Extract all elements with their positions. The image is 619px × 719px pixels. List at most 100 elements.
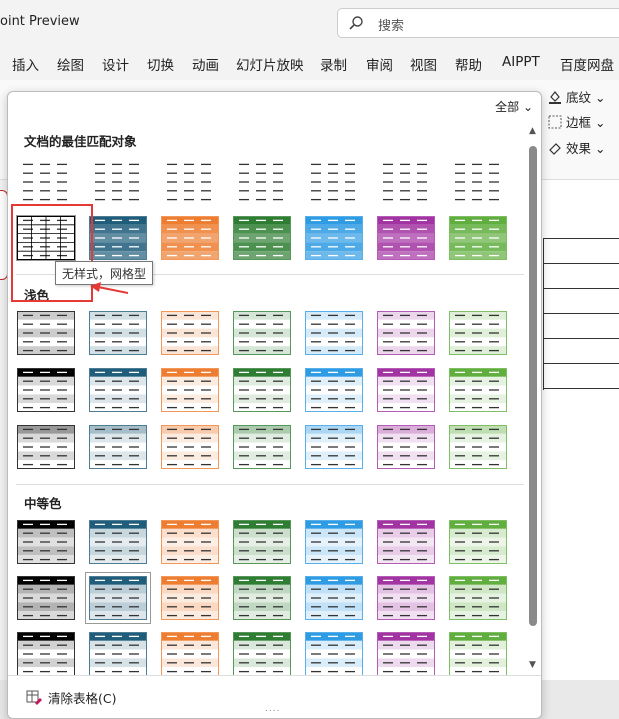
table-style-swatch[interactable]	[377, 160, 435, 204]
table-style-swatch[interactable]	[305, 520, 363, 564]
tab-view[interactable]: 视图	[410, 54, 437, 74]
tab-help[interactable]: 帮助	[455, 54, 482, 74]
table-style-swatch[interactable]	[377, 632, 435, 676]
table-style-swatch[interactable]	[233, 425, 291, 469]
tab-record[interactable]: 录制	[320, 54, 347, 74]
tab-draw[interactable]: 绘图	[57, 54, 84, 74]
table-style-swatch[interactable]	[449, 160, 507, 204]
app-title: oint Preview	[0, 14, 80, 29]
scroll-down-icon[interactable]: ▼	[529, 660, 536, 670]
table-style-swatch[interactable]	[161, 160, 219, 204]
table-styles-gallery: 全部 ⌄ 文档的最佳匹配对象 浅色 中等色 ▲ ▼ 清除表格(C) .... 无…	[7, 91, 542, 719]
tab-slideshow[interactable]: 幻灯片放映	[236, 54, 304, 74]
borders-button[interactable]: 边框 ⌄	[548, 112, 605, 131]
clear-table-button[interactable]: 清除表格(C)	[20, 684, 122, 710]
shading-label: 底纹	[566, 90, 592, 105]
table-style-swatch[interactable]	[449, 425, 507, 469]
tab-insert[interactable]: 插入	[12, 54, 39, 74]
table-style-swatch[interactable]	[17, 576, 75, 620]
effects-label: 效果	[566, 141, 592, 156]
title-bar: oint Preview 搜索	[0, 0, 619, 46]
table-style-swatch[interactable]	[89, 160, 147, 204]
paint-bucket-icon	[548, 90, 562, 104]
eraser-table-icon	[26, 690, 42, 709]
filter-label: 全部	[495, 100, 520, 114]
table-style-swatch[interactable]	[377, 216, 435, 260]
table-style-swatch[interactable]	[449, 368, 507, 412]
scroll-up-icon[interactable]: ▲	[529, 126, 536, 136]
effects-button[interactable]: 效果 ⌄	[548, 138, 605, 157]
annotation-arrow-icon	[88, 281, 129, 301]
table-style-swatch[interactable]	[233, 520, 291, 564]
table-style-swatch[interactable]	[233, 576, 291, 620]
table-style-swatch[interactable]	[89, 425, 147, 469]
table-style-swatch[interactable]	[89, 520, 147, 564]
table-style-swatch[interactable]	[305, 368, 363, 412]
table-style-swatch[interactable]	[449, 632, 507, 676]
table-style-swatch[interactable]	[89, 368, 147, 412]
table-style-swatch[interactable]	[377, 576, 435, 620]
tab-design[interactable]: 设计	[102, 54, 129, 74]
table-style-swatch[interactable]	[233, 311, 291, 355]
table-style-swatch[interactable]	[17, 311, 75, 355]
tab-review[interactable]: 审阅	[366, 54, 393, 74]
slide-table[interactable]	[543, 238, 619, 390]
table-style-swatch[interactable]	[305, 576, 363, 620]
table-style-swatch[interactable]	[161, 425, 219, 469]
table-style-swatch[interactable]	[17, 425, 75, 469]
table-style-swatch[interactable]	[377, 425, 435, 469]
table-style-swatch[interactable]	[305, 425, 363, 469]
table-style-swatch[interactable]	[89, 632, 147, 676]
resize-grip[interactable]: ....	[265, 704, 280, 714]
table-style-swatch[interactable]	[161, 368, 219, 412]
table-style-swatch[interactable]	[17, 368, 75, 412]
search-icon	[348, 15, 364, 35]
section-title-best-match: 文档的最佳匹配对象	[24, 134, 137, 149]
table-style-swatch[interactable]	[305, 160, 363, 204]
vertical-scrollbar[interactable]: ▲ ▼	[526, 120, 540, 675]
table-style-swatch[interactable]	[161, 520, 219, 564]
table-style-swatch[interactable]	[449, 576, 507, 620]
table-style-swatch[interactable]	[161, 576, 219, 620]
table-style-swatch[interactable]	[449, 216, 507, 260]
table-style-swatch[interactable]	[161, 311, 219, 355]
scroll-thumb[interactable]	[529, 146, 537, 626]
table-style-swatch[interactable]	[377, 520, 435, 564]
table-style-swatch[interactable]	[305, 216, 363, 260]
section-title-medium: 中等色	[24, 496, 62, 511]
tab-baidu-netdisk[interactable]: 百度网盘	[560, 54, 614, 74]
clear-table-label: 清除表格(C)	[48, 691, 117, 706]
table-style-swatch[interactable]	[305, 632, 363, 676]
borders-icon	[548, 115, 562, 129]
gallery-footer: 清除表格(C) ....	[8, 675, 541, 718]
table-style-swatch[interactable]	[449, 520, 507, 564]
menu-bar: 插入 绘图 设计 切换 动画 幻灯片放映 录制 审阅 视图 帮助 AIPPT 百…	[0, 46, 619, 80]
search-box[interactable]: 搜索	[337, 8, 619, 38]
table-style-swatch[interactable]	[17, 632, 75, 676]
borders-label: 边框	[566, 115, 592, 130]
table-style-swatch[interactable]	[305, 311, 363, 355]
filter-dropdown[interactable]: 全部 ⌄	[495, 98, 533, 115]
table-style-swatch[interactable]	[377, 368, 435, 412]
tab-transitions[interactable]: 切换	[147, 54, 174, 74]
table-style-swatch[interactable]	[17, 160, 75, 204]
highlight-annotation-box	[11, 204, 93, 302]
search-placeholder: 搜索	[378, 19, 405, 34]
tab-animations[interactable]: 动画	[192, 54, 219, 74]
table-style-swatch[interactable]	[377, 311, 435, 355]
table-style-swatch[interactable]	[85, 572, 151, 624]
table-style-swatch[interactable]	[233, 632, 291, 676]
table-style-swatch[interactable]	[161, 216, 219, 260]
section-divider	[16, 484, 524, 485]
tab-aippt[interactable]: AIPPT	[502, 54, 540, 70]
table-style-swatch[interactable]	[449, 311, 507, 355]
table-style-swatch[interactable]	[161, 632, 219, 676]
table-style-swatch[interactable]	[89, 311, 147, 355]
table-style-swatch[interactable]	[233, 216, 291, 260]
shading-button[interactable]: 底纹 ⌄	[548, 87, 605, 106]
table-style-swatch[interactable]	[89, 216, 147, 260]
table-style-swatch[interactable]	[17, 520, 75, 564]
chevron-down-icon: ⌄	[519, 100, 533, 114]
table-style-swatch[interactable]	[233, 368, 291, 412]
table-style-swatch[interactable]	[233, 160, 291, 204]
